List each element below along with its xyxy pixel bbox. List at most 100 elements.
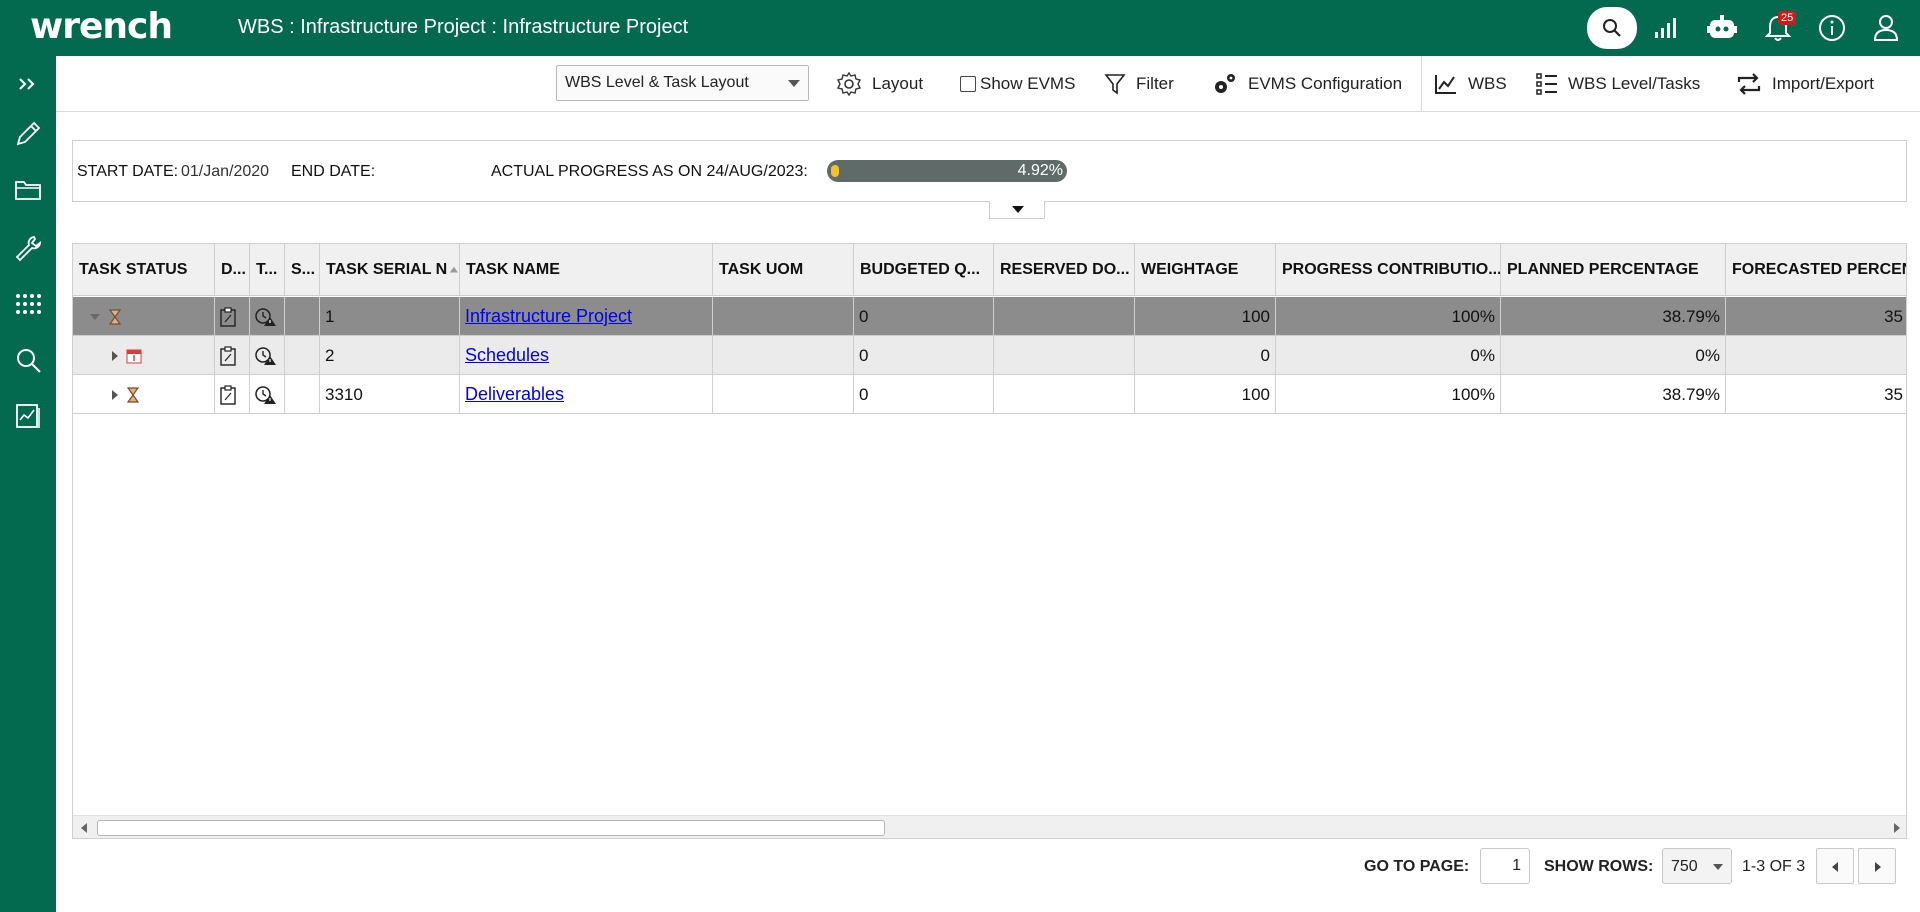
previous-page-button[interactable] xyxy=(1816,848,1854,884)
wbs-level-tasks-button[interactable]: WBS Level/Tasks xyxy=(1536,72,1700,96)
sidebar-item-edit[interactable] xyxy=(0,112,56,156)
chevron-down-icon xyxy=(788,80,800,87)
scroll-left-icon[interactable] xyxy=(81,823,87,833)
planned-percentage-cell: 38.79% xyxy=(1501,297,1726,336)
task-serial-cell: 3310 xyxy=(320,375,460,414)
wbs-level-tasks-label: WBS Level/Tasks xyxy=(1568,74,1701,93)
wbs-chart-button[interactable]: WBS xyxy=(1434,72,1507,96)
line-chart-icon xyxy=(1435,75,1456,94)
planned-percentage-cell: 38.79% xyxy=(1501,375,1726,414)
evms-configuration-button[interactable]: EVMS Configuration xyxy=(1212,72,1402,96)
document-cell[interactable] xyxy=(215,336,250,375)
column-header-planned-percentage[interactable]: PLANNED PERCENTAGE xyxy=(1501,244,1726,296)
global-search-button[interactable] xyxy=(1587,7,1637,49)
wrench-icon xyxy=(15,236,42,262)
document-cell[interactable] xyxy=(215,297,250,336)
info-button[interactable] xyxy=(1812,8,1852,48)
collapse-row-icon[interactable] xyxy=(90,313,100,320)
next-page-button[interactable] xyxy=(1858,848,1896,884)
horizontal-scrollbar[interactable] xyxy=(73,815,1906,838)
task-status-cell xyxy=(73,375,215,414)
column-header-d[interactable]: D... xyxy=(215,244,250,296)
notifications-button[interactable]: 25 xyxy=(1758,8,1798,48)
caret-down-icon xyxy=(1012,206,1024,213)
task-name-link[interactable]: Schedules xyxy=(465,345,549,366)
pencil-icon xyxy=(16,121,41,146)
apps-grid-icon xyxy=(16,294,41,314)
time-alert-cell[interactable] xyxy=(250,375,285,414)
layout-button[interactable]: Layout xyxy=(836,71,923,97)
column-header-forecasted-percent[interactable]: FORECASTED PERCENT xyxy=(1726,244,1906,296)
robot-icon xyxy=(1707,15,1737,38)
filter-icon xyxy=(1104,74,1126,95)
chevron-down-icon xyxy=(1713,864,1723,870)
project-info-panel: START DATE: 01/Jan/2020 END DATE: ACTUAL… xyxy=(72,140,1907,202)
filter-button[interactable]: Filter xyxy=(1104,72,1174,96)
user-profile-button[interactable] xyxy=(1866,8,1906,48)
table-row[interactable]: 3310 Deliverables 0 100 100% 38.79% 35 xyxy=(73,375,1906,414)
hierarchy-list-icon xyxy=(1536,73,1557,95)
app-logo[interactable]: wrench xyxy=(30,6,173,47)
budgeted-qty-cell: 0 xyxy=(854,297,994,336)
column-header-progress-contribution[interactable]: PROGRESS CONTRIBUTIO... xyxy=(1276,244,1501,296)
calendar-icon xyxy=(126,349,142,363)
actual-progress-fill xyxy=(831,165,839,177)
budgeted-qty-cell: 0 xyxy=(854,375,994,414)
column-header-reserved-do[interactable]: RESERVED DO... xyxy=(994,244,1135,296)
info-icon xyxy=(1819,15,1845,41)
report-chart-icon xyxy=(16,404,40,428)
chatbot-button[interactable] xyxy=(1702,8,1742,48)
time-alert-cell[interactable] xyxy=(250,297,285,336)
document-cell[interactable] xyxy=(215,375,250,414)
grid-header: TASK STATUS D... T... S... TASK SERIAL N… xyxy=(73,244,1906,296)
import-export-button[interactable]: Import/Export xyxy=(1736,72,1874,96)
sidebar-item-apps[interactable] xyxy=(0,282,56,326)
hourglass-icon xyxy=(126,386,140,403)
collapse-info-toggle[interactable] xyxy=(989,201,1045,219)
actual-progress-value: 4.92% xyxy=(1017,162,1063,179)
sidebar-item-search[interactable] xyxy=(0,338,56,382)
filter-label: Filter xyxy=(1136,74,1174,93)
scrollbar-thumb[interactable] xyxy=(97,820,885,836)
sidebar-item-tools[interactable] xyxy=(0,226,56,270)
double-chevron-right-icon xyxy=(19,78,35,90)
show-evms-checkbox[interactable] xyxy=(960,76,976,92)
task-uom-cell xyxy=(713,336,854,375)
time-alert-cell[interactable] xyxy=(250,336,285,375)
column-header-s[interactable]: S... xyxy=(285,244,320,296)
column-header-task-uom[interactable]: TASK UOM xyxy=(713,244,854,296)
go-to-page-input[interactable]: 1 xyxy=(1480,848,1530,884)
column-header-budgeted-qty[interactable]: BUDGETED Q... xyxy=(854,244,994,296)
top-bar: wrench WBS : Infrastructure Project : In… xyxy=(0,0,1920,56)
column-header-task-serial[interactable]: TASK SERIAL N xyxy=(320,244,460,296)
show-rows-select[interactable]: 750 xyxy=(1662,848,1732,884)
sidebar-item-folder[interactable] xyxy=(0,168,56,212)
column-header-weightage[interactable]: WEIGHTAGE xyxy=(1135,244,1276,296)
search-icon xyxy=(1603,19,1621,37)
actual-progress-bar: 4.92% xyxy=(827,160,1067,182)
swap-arrows-icon xyxy=(1737,73,1761,95)
column-header-task-name[interactable]: TASK NAME xyxy=(460,244,713,296)
layout-select[interactable]: WBS Level & Task Layout xyxy=(556,65,809,101)
show-rows-label: SHOW ROWS: xyxy=(1544,858,1654,875)
budgeted-qty-cell: 0 xyxy=(854,336,994,375)
left-sidebar xyxy=(0,56,56,912)
wbs-task-grid: TASK STATUS D... T... S... TASK SERIAL N… xyxy=(72,243,1907,839)
column-header-task-status[interactable]: TASK STATUS xyxy=(73,244,215,296)
clock-warning-icon xyxy=(255,346,276,365)
sidebar-item-reports[interactable] xyxy=(0,394,56,438)
task-name-link[interactable]: Infrastructure Project xyxy=(465,306,632,327)
expand-row-icon[interactable] xyxy=(112,350,118,361)
toolbar: WBS Level & Task Layout Layout Show EVMS… xyxy=(56,56,1920,112)
sidebar-expand-button[interactable] xyxy=(0,62,56,106)
signal-button[interactable] xyxy=(1646,8,1686,48)
expand-row-icon[interactable] xyxy=(112,389,118,400)
scroll-right-icon[interactable] xyxy=(1894,823,1900,833)
table-row[interactable]: 1 Infrastructure Project 0 100 100% 38.7… xyxy=(73,297,1906,336)
clipboard-icon xyxy=(220,384,236,405)
show-rows-value: 750 xyxy=(1671,858,1698,875)
show-evms-toggle[interactable]: Show EVMS xyxy=(960,72,1075,96)
table-row[interactable]: 2 Schedules 0 0 0% 0% xyxy=(73,336,1906,375)
column-header-t[interactable]: T... xyxy=(250,244,285,296)
task-name-link[interactable]: Deliverables xyxy=(465,384,564,405)
